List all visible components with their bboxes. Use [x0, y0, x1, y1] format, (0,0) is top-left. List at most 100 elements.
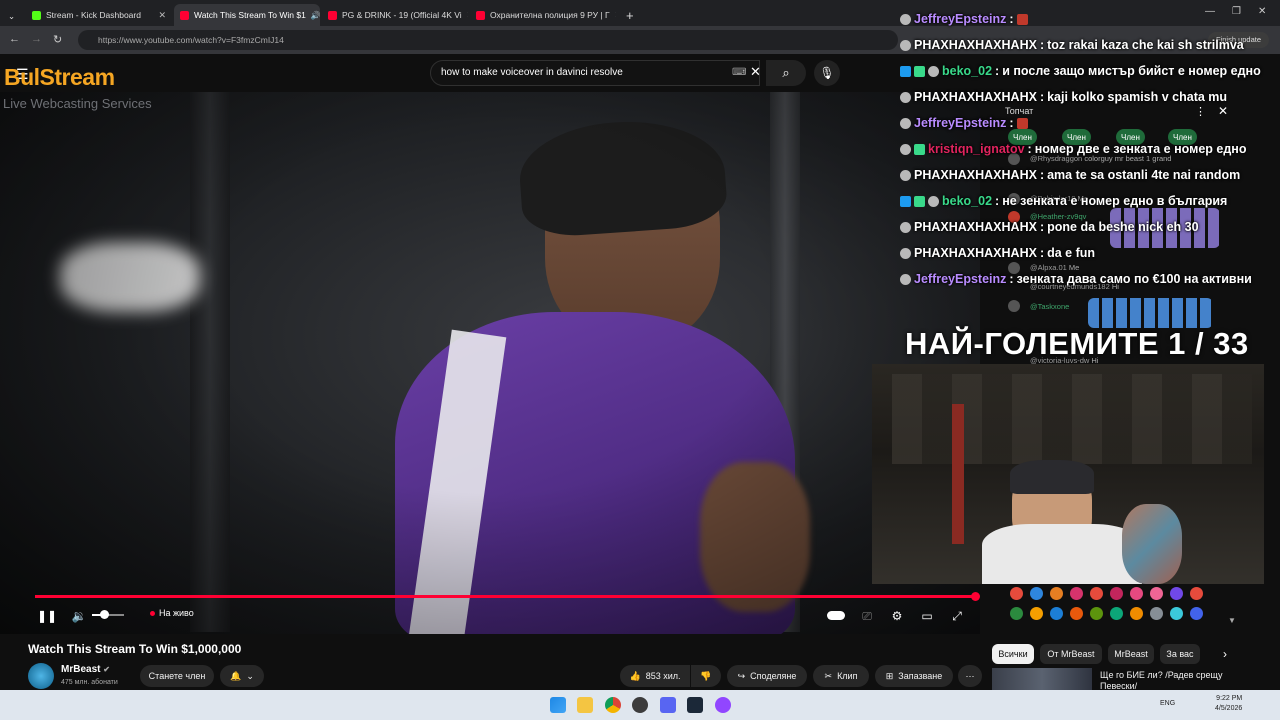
- forward-icon[interactable]: →: [31, 33, 42, 45]
- emoji-icon[interactable]: [1150, 587, 1163, 600]
- reload-icon[interactable]: ↻: [53, 33, 62, 46]
- chrome-icon[interactable]: [605, 697, 621, 713]
- emoji-icon[interactable]: [1190, 607, 1203, 620]
- theater-icon: ▭: [921, 609, 933, 623]
- chat-more-icon[interactable]: ⋮: [1195, 105, 1206, 118]
- emoji-icon[interactable]: [1010, 607, 1023, 620]
- emoji-icon[interactable]: [1070, 607, 1083, 620]
- more-actions-button[interactable]: ⋯: [958, 665, 982, 687]
- volume-handle[interactable]: [100, 610, 109, 619]
- discord-icon[interactable]: [660, 697, 676, 713]
- url-field[interactable]: https://www.youtube.com/watch?v=F3fmzCmI…: [78, 30, 898, 50]
- volume-button[interactable]: 🔉: [70, 607, 88, 625]
- emoji-icon[interactable]: [1170, 587, 1183, 600]
- progress-scrubber[interactable]: [971, 592, 980, 601]
- save-button[interactable]: ⊞ Запазване: [875, 665, 953, 687]
- search-button[interactable]: ⌕: [766, 60, 806, 86]
- pause-button[interactable]: ❚❚: [37, 607, 57, 625]
- emoji-icon[interactable]: [1190, 587, 1203, 600]
- search-input[interactable]: how to make voiceover in davinci resolve: [430, 60, 760, 86]
- clear-search-icon[interactable]: ✕: [750, 64, 761, 80]
- join-button[interactable]: Станете член: [140, 665, 214, 687]
- emoji-icon[interactable]: [1030, 587, 1043, 600]
- channel-name[interactable]: MrBeast ✔: [61, 664, 110, 675]
- close-window-icon[interactable]: ✕: [1258, 6, 1266, 17]
- chip-from-channel[interactable]: От MrBeast: [1040, 644, 1102, 664]
- tab-kick-dashboard[interactable]: Stream - Kick Dashboard ✕: [26, 4, 172, 26]
- fullscreen-icon: ⤢: [952, 608, 962, 623]
- taskbar-clock[interactable]: 9:22 PM 4/5/2026: [1215, 694, 1242, 714]
- stream-brand-subtitle: Live Webcasting Services: [3, 96, 152, 111]
- chevron-down-icon: ⌄: [246, 670, 254, 681]
- share-icon: ↪: [737, 670, 746, 681]
- close-icon[interactable]: ✕: [615, 10, 616, 21]
- tab-police[interactable]: Охранителна полиция 9 РУ | Г ✕: [470, 4, 616, 26]
- dislike-button[interactable]: 👎: [691, 665, 721, 687]
- settings-button[interactable]: ⚙: [888, 607, 906, 625]
- close-icon[interactable]: ✕: [467, 10, 468, 21]
- maximize-icon[interactable]: ❐: [1232, 6, 1241, 17]
- tab-pg-drink[interactable]: PG & DRINK - 19 (Official 4K Vi ✕: [322, 4, 468, 26]
- emoji-icon[interactable]: [1110, 607, 1123, 620]
- emoji-icon[interactable]: [1170, 607, 1183, 620]
- emoji-icon[interactable]: [1130, 587, 1143, 600]
- like-button[interactable]: 👍 853 хил.: [620, 665, 690, 687]
- voice-search-button[interactable]: 🎙: [814, 60, 840, 86]
- steam-icon[interactable]: [687, 697, 703, 713]
- tab-list-button[interactable]: ⌄: [2, 5, 22, 27]
- recommended-title[interactable]: Ще го БИЕ ли? /Радев срещу Певески/: [1100, 670, 1230, 692]
- video-player[interactable]: [0, 92, 980, 634]
- twitch-icon[interactable]: [715, 697, 731, 713]
- emoji-picker[interactable]: [1010, 584, 1210, 628]
- webcam-streamer-shirt: [982, 524, 1142, 584]
- theater-mode-button[interactable]: ▭: [918, 607, 936, 625]
- emoji-icon[interactable]: [1050, 587, 1063, 600]
- chat-close-icon[interactable]: ✕: [1218, 104, 1228, 118]
- badge-icon: [900, 65, 911, 77]
- emoji-icon[interactable]: [1010, 587, 1023, 600]
- overlay-chat-line: PHAXHAXHAXHAHX : da e fun: [900, 246, 1095, 260]
- emoji-icon[interactable]: [1030, 607, 1043, 620]
- clip-button[interactable]: ✂ Клип: [813, 665, 869, 687]
- language-indicator[interactable]: ENG: [1160, 700, 1175, 707]
- overlay-chat-line: PHAXHAXHAXHAHX : pone da beshe nick eh 3…: [900, 220, 1199, 234]
- close-icon[interactable]: ✕: [158, 10, 166, 21]
- emoji-icon[interactable]: [1070, 587, 1083, 600]
- emoji-icon[interactable]: [1150, 607, 1163, 620]
- emoji-icon[interactable]: [1090, 587, 1103, 600]
- share-button[interactable]: ↪ Споделяне: [727, 665, 807, 687]
- user-badge-icon: [900, 247, 911, 259]
- tab-youtube-active[interactable]: Watch This Stream To Win $1 🔊 ✕: [174, 4, 320, 26]
- subtitles-button[interactable]: ⎚: [858, 607, 876, 625]
- channel-avatar[interactable]: [28, 663, 54, 689]
- overlay-chat-line: JeffreyEpsteinz :: [900, 12, 1028, 26]
- keyboard-icon[interactable]: ⌨: [732, 67, 746, 78]
- autoplay-toggle[interactable]: [826, 608, 846, 622]
- user-badge-icon: [900, 221, 911, 233]
- volume-slider[interactable]: [92, 610, 124, 619]
- fullscreen-button[interactable]: ⤢: [948, 607, 966, 625]
- verified-icon: ✔: [103, 665, 110, 674]
- emoji-icon[interactable]: [1090, 607, 1103, 620]
- file-explorer-icon[interactable]: [577, 697, 593, 713]
- more-icon: ⋯: [965, 670, 975, 681]
- chevron-down-icon[interactable]: ▼: [1228, 616, 1236, 625]
- chip-all[interactable]: Всички: [992, 644, 1034, 664]
- back-icon[interactable]: ←: [9, 33, 20, 45]
- windows-start-icon[interactable]: [550, 697, 566, 713]
- recommended-thumbnail[interactable]: [992, 668, 1092, 690]
- chevron-right-icon[interactable]: ›: [1223, 647, 1227, 661]
- notifications-button[interactable]: 🔔 ⌄: [220, 665, 264, 687]
- new-tab-button[interactable]: +: [620, 4, 638, 26]
- obs-icon[interactable]: [632, 697, 648, 713]
- chip-for-you[interactable]: За вас: [1160, 644, 1200, 664]
- live-badge[interactable]: На живо: [150, 608, 194, 618]
- emoji-icon[interactable]: [1110, 587, 1123, 600]
- minimize-icon[interactable]: —: [1205, 6, 1215, 17]
- emoji-icon[interactable]: [1130, 607, 1143, 620]
- youtube-favicon-icon: [180, 10, 189, 20]
- progress-bar[interactable]: [35, 595, 975, 598]
- speaker-icon[interactable]: 🔊: [311, 11, 320, 20]
- emoji-icon[interactable]: [1050, 607, 1063, 620]
- chip-mrbeast[interactable]: MrBeast: [1108, 644, 1154, 664]
